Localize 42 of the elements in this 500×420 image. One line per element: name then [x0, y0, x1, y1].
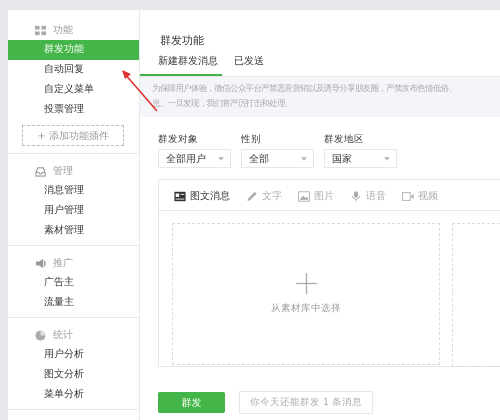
- sidebar-item[interactable]: 菜单分析: [8, 385, 139, 405]
- pie-chart-icon: [35, 330, 46, 340]
- caret-down-icon: [218, 156, 224, 160]
- filter-label: 性别: [241, 133, 262, 146]
- filter-label: 群发地区: [324, 133, 365, 146]
- picker-label: 从素材库中选择: [271, 302, 341, 315]
- sidebar-item[interactable]: 自定义菜单: [8, 80, 139, 100]
- sidebar-item[interactable]: 自动回复: [8, 60, 139, 80]
- article-icon: [174, 190, 186, 202]
- section-title: 管理: [53, 165, 73, 178]
- inbox-icon: [35, 166, 46, 176]
- tab[interactable]: 已发送: [222, 53, 304, 76]
- sidebar-item[interactable]: 图文分析: [8, 365, 139, 385]
- sidebar-item[interactable]: 素材管理: [8, 221, 139, 241]
- dropdown[interactable]: 全部用户: [158, 149, 231, 168]
- dropdown[interactable]: 全部: [241, 149, 314, 168]
- caret-down-icon: [384, 156, 390, 160]
- sidebar-item[interactable]: 用户分析: [8, 345, 139, 365]
- grid-icon: [35, 24, 46, 36]
- filter-label: 群发对象: [158, 133, 199, 146]
- pencil-icon: [246, 190, 258, 202]
- plus-icon: [296, 273, 316, 294]
- quota-hint: 你今天还能群发 1 条消息: [239, 391, 374, 414]
- notice-text: 为保障用户体验，微信公众平台严禁恶意营销以及诱导分享朋友圈，严禁发布色情低俗、: [152, 82, 458, 95]
- page-title: 群发功能: [159, 33, 205, 49]
- sidebar-item[interactable]: 广告主: [8, 273, 139, 293]
- image-icon: [298, 190, 310, 202]
- sidebar-item[interactable]: 投票管理: [8, 100, 139, 120]
- dropdown[interactable]: 国家: [324, 149, 397, 168]
- annotation-arrow: [120, 69, 160, 113]
- microphone-icon: [350, 190, 362, 202]
- editor-tab[interactable]: 图文消息: [174, 188, 230, 204]
- megaphone-icon: [35, 258, 46, 268]
- section-title: 推广: [53, 256, 73, 270]
- section-title: 统计: [53, 328, 73, 342]
- caret-down-icon: [301, 156, 307, 160]
- sidebar-item[interactable]: 消息管理: [8, 181, 139, 201]
- video-icon: [402, 190, 414, 202]
- notice-text: 息。一旦发现，我们将严厉打击和处理。: [152, 97, 294, 110]
- section-title: 功能: [53, 24, 73, 37]
- sidebar-item[interactable]: 流量主: [8, 293, 139, 313]
- sidebar-item[interactable]: 用户管理: [8, 201, 139, 221]
